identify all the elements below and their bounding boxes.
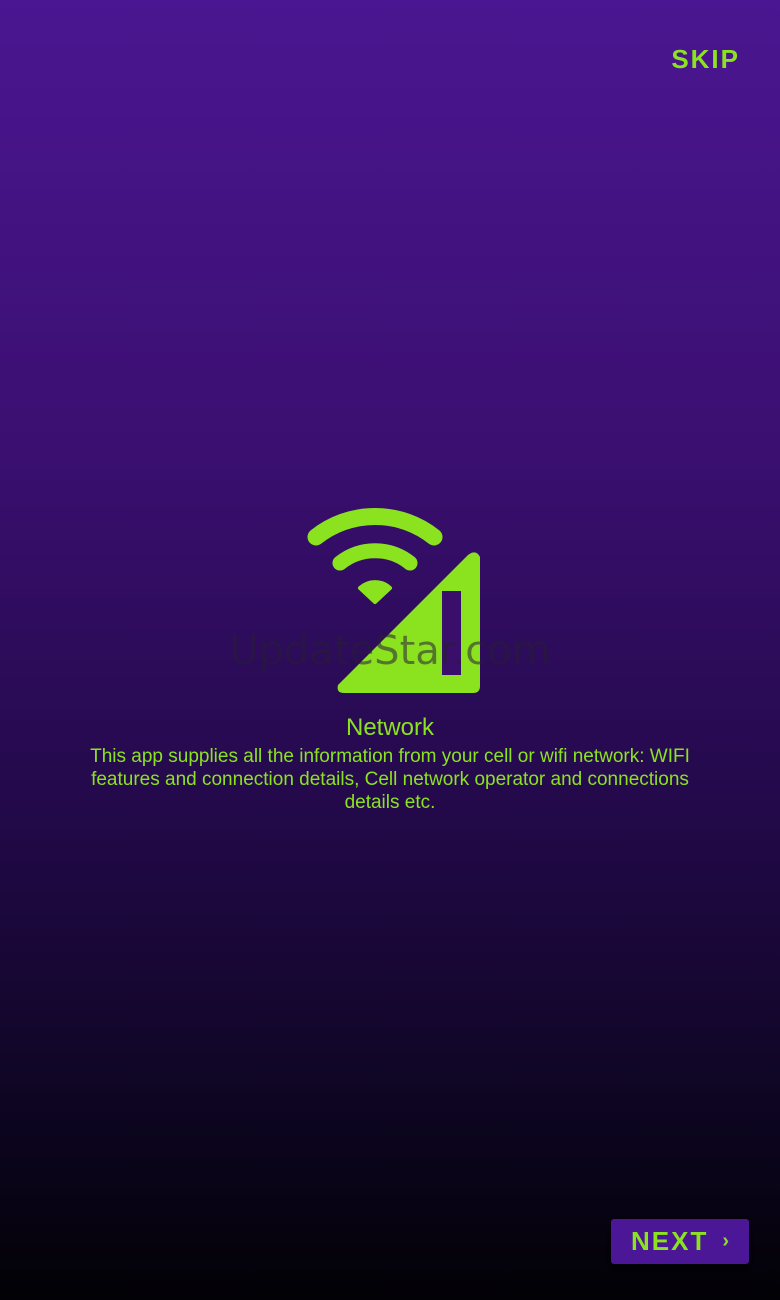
chevron-right-icon: › (722, 1230, 729, 1252)
next-button[interactable]: NEXT › (611, 1219, 749, 1264)
next-button-label: NEXT (630, 1226, 709, 1256)
skip-button[interactable]: SKIP (671, 44, 740, 75)
onboarding-screen: SKIP Network This app supplies all the i… (0, 0, 780, 1300)
slide-title: Network (345, 714, 435, 741)
watermark: UpdateStar.com (229, 628, 551, 674)
slide-description: This app supplies all the information fr… (90, 746, 690, 813)
